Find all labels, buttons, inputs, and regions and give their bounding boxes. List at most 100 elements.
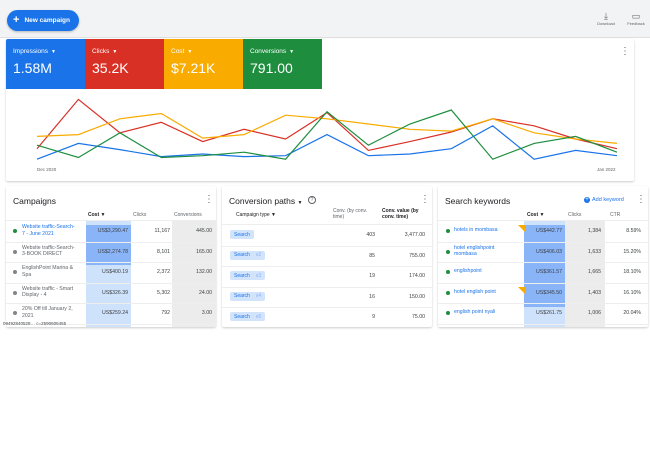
metric-value: 791.00 — [250, 60, 293, 76]
cost-cell: US$406.03 — [536, 248, 562, 255]
overview-card: Impressions ▼ 1.58M Clicks ▼ 35.2K Cost ▼ $… — [6, 39, 634, 181]
cost-cell: US$345.50 — [536, 289, 562, 296]
conv-value-cell: 75.00 — [412, 314, 425, 321]
download-label: Download — [597, 21, 615, 26]
path-chip[interactable]: Search — [230, 230, 254, 239]
status-dot — [13, 229, 17, 233]
keyword-text[interactable]: hotels in mombasa — [454, 227, 520, 234]
campaign-name[interactable]: 20% Off till January 2, 2021 — [22, 306, 84, 319]
conv-value-cell: 174.00 — [409, 273, 425, 280]
metric-value: 1.58M — [13, 60, 52, 76]
status-dot — [13, 311, 17, 316]
column-header-clicks[interactable]: Clicks — [133, 212, 146, 218]
campaign-name[interactable]: Website traffic - Smart Display - 4 — [22, 286, 84, 299]
column-header-cost[interactable]: Cost ▼ — [527, 212, 544, 218]
more-options-icon[interactable]: ⋮ — [420, 195, 430, 205]
cost-cell: US$3,290.47 — [97, 228, 128, 234]
row-divider — [438, 324, 648, 325]
campaign-name[interactable]: Website traffic-Search- 3-BOOK DIRECT — [22, 245, 84, 258]
table-row[interactable]: hotel englishpoint mombasa US$406.03 1,633 1… — [438, 242, 648, 263]
path-chip[interactable]: Search x2 — [230, 250, 266, 260]
path-chip[interactable]: Search x4 — [230, 291, 266, 301]
path-multiplier: x2 — [255, 252, 262, 259]
table-row[interactable]: hotel english point US$345.50 1,403 16.10% — [438, 283, 648, 304]
cost-cell: US$261.75 — [536, 310, 562, 317]
more-options-icon[interactable]: ⋮ — [636, 195, 646, 205]
series-line-cost — [36, 112, 618, 144]
path-multiplier: x6 — [255, 313, 262, 320]
table-row[interactable]: Website traffic-Search- 7 - June 2021 US$3… — [6, 221, 216, 242]
path-chip[interactable]: Search x3 — [230, 271, 266, 281]
clicks-cell: 5,302 — [157, 289, 170, 296]
conv-cell: 9 — [372, 314, 375, 321]
status-url-text: 09492840528… c=2590606455 — [3, 321, 67, 326]
conversions-cell: 445.00 — [196, 228, 212, 234]
keyword-text[interactable]: english point nyali — [454, 309, 520, 316]
x-axis-end-label: Jan 2022 — [597, 167, 616, 172]
path-label: Search — [234, 293, 250, 300]
table-row[interactable]: Search x6 9 75.00 — [222, 307, 432, 327]
card-title[interactable]: Conversion paths ▼ — [229, 196, 302, 206]
metric-conversions[interactable]: Conversions ▼ 791.00 — [243, 39, 322, 89]
path-label: Search — [234, 252, 250, 259]
keyword-text[interactable]: hotel englishpoint mombasa — [454, 245, 520, 258]
path-label: Search — [234, 231, 250, 238]
metric-clicks[interactable]: Clicks ▼ 35.2K — [85, 39, 164, 89]
path-chip[interactable]: Search x6 — [230, 312, 266, 322]
column-header-label: Conversions — [174, 212, 202, 218]
column-header-conv[interactable]: Conv. (by conv. time) — [333, 208, 377, 220]
table-row[interactable]: Search x3 19 174.00 — [222, 266, 432, 287]
campaign-name[interactable]: Website traffic-Search- 7 - June 2021 — [22, 224, 84, 237]
metric-label: Cost — [171, 48, 185, 55]
conv-cell: 16 — [369, 293, 375, 300]
sort-desc-icon: ▼ — [539, 212, 545, 218]
path-multiplier: x3 — [255, 272, 262, 279]
table-row[interactable]: Search x4 16 150.00 — [222, 287, 432, 308]
table-row[interactable]: englishpoint US$361.57 1,665 18.10% — [438, 262, 648, 283]
column-header-label: Cost — [527, 212, 539, 218]
metric-label: Clicks — [92, 48, 110, 55]
top-toolbar: + New campaign ⤓ Download ▭ Feedback — [0, 0, 650, 38]
conv-cell: 403 — [366, 232, 375, 238]
new-campaign-button[interactable]: + New campaign — [7, 10, 79, 31]
feedback-button[interactable]: ▭ Feedback — [624, 11, 648, 26]
table-row[interactable]: Search x2 85 755.00 — [222, 246, 432, 267]
more-options-icon[interactable]: ⋮ — [620, 47, 630, 57]
plus-icon: + — [584, 197, 590, 203]
card-title: Search keywords — [445, 196, 511, 206]
column-header-cost[interactable]: Cost ▼ — [88, 212, 105, 218]
metric-value: $7.21K — [171, 60, 216, 76]
status-dot — [446, 270, 450, 275]
campaign-name[interactable]: EnglishPoint Marina & Spa — [22, 265, 84, 278]
metric-value: 35.2K — [92, 60, 129, 76]
more-options-icon[interactable]: ⋮ — [204, 195, 214, 205]
help-icon[interactable]: ? — [308, 196, 316, 204]
cost-cell: US$442.77 — [536, 228, 562, 234]
campaign-type-filter[interactable]: Campaign type ▼ — [236, 212, 276, 218]
status-dot — [446, 249, 450, 254]
table-row[interactable]: Search 403 3,477.00 — [222, 225, 432, 246]
filter-label: Campaign type — [236, 212, 270, 218]
table-row[interactable]: english point nyali US$261.75 1,006 20.04% — [438, 303, 648, 324]
column-header-ctr[interactable]: CTR — [610, 212, 620, 218]
column-header-conversions[interactable]: Conversions — [174, 212, 202, 218]
column-header-label: Clicks — [568, 212, 582, 218]
download-icon: ⤓ — [604, 11, 608, 21]
card-title: Campaigns — [13, 196, 56, 206]
clicks-cell: 1,384 — [588, 228, 601, 234]
column-header-conv-value[interactable]: Conv. value (by conv. time) — [382, 208, 430, 220]
add-keyword-button[interactable]: + Add keyword — [584, 197, 624, 203]
keyword-text[interactable]: hotel english point — [454, 289, 520, 296]
table-row[interactable]: Website traffic - Smart Display - 4 US$326… — [6, 283, 216, 304]
table-row[interactable]: hotels in mombasa US$442.77 1,384 8.59% — [438, 221, 648, 242]
column-header-clicks[interactable]: Clicks — [568, 212, 581, 218]
table-row[interactable]: EnglishPoint Marina & Spa US$400.19 2,372 13… — [6, 262, 216, 283]
cost-cell: US$400.19 — [102, 269, 128, 276]
metric-cost[interactable]: Cost ▼ $7.21K — [164, 39, 243, 89]
keyword-text[interactable]: englishpoint — [454, 268, 520, 275]
conv-cell: 19 — [369, 273, 375, 280]
dropdown-caret-icon: ▼ — [297, 200, 303, 206]
metric-impressions[interactable]: Impressions ▼ 1.58M — [6, 39, 85, 89]
download-button[interactable]: ⤓ Download — [594, 11, 618, 26]
table-row[interactable]: Website traffic-Search- 3-BOOK DIRECT US$2… — [6, 242, 216, 263]
